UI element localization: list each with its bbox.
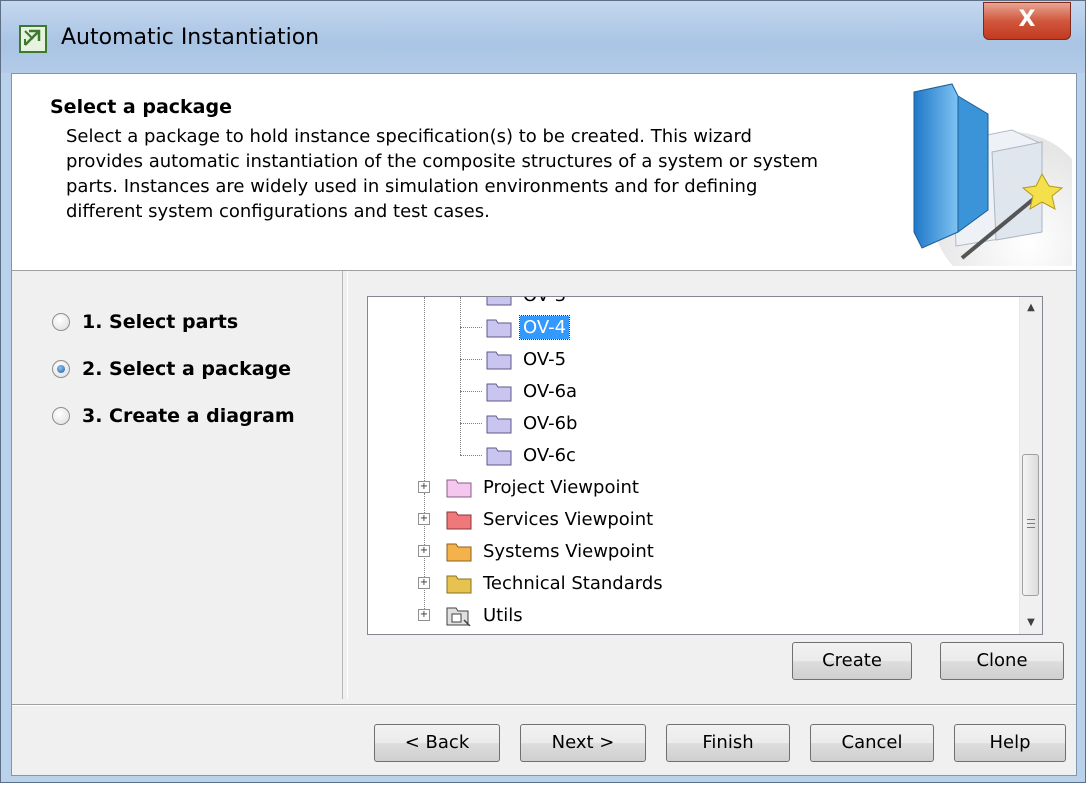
tree-item-label: Project Viewpoint — [483, 476, 639, 498]
tree-connector — [460, 297, 461, 455]
tree-item-services-viewpoint[interactable]: + Services Viewpoint — [418, 503, 656, 535]
expand-icon[interactable]: + — [418, 513, 430, 525]
package-folder-icon — [486, 297, 512, 306]
expand-icon[interactable]: + — [418, 545, 430, 557]
tree-item-ov-6b[interactable]: OV-6b — [486, 407, 580, 439]
tree-vertical-scrollbar[interactable]: ▲ ▼ — [1019, 297, 1042, 634]
step-description: Select a package to hold instance specif… — [66, 124, 886, 224]
help-button[interactable]: Help — [954, 724, 1066, 762]
scrollbar-thumb[interactable] — [1022, 454, 1039, 596]
package-tree[interactable]: OV-3 OV-4 OV-5 OV-6a OV-6b OV-6c — [367, 296, 1043, 635]
step-radio[interactable] — [52, 360, 70, 378]
expand-icon[interactable]: + — [418, 577, 430, 589]
tree-connector — [424, 297, 425, 493]
tree-item-technical-standards[interactable]: + Technical Standards — [418, 567, 666, 599]
step-select-parts[interactable]: 1. Select parts — [52, 307, 238, 337]
package-folder-icon — [486, 383, 512, 402]
scroll-up-arrow-icon[interactable]: ▲ — [1020, 297, 1042, 319]
tree-item-label: OV-3 — [520, 297, 569, 307]
window-title: Automatic Instantiation — [61, 25, 320, 50]
tree-item-ov-6c[interactable]: OV-6c — [486, 439, 579, 471]
package-folder-icon — [486, 319, 512, 338]
description-line: provides automatic instantiation of the … — [66, 151, 819, 172]
panel-splitter[interactable] — [342, 271, 348, 699]
tree-connector — [460, 359, 482, 360]
tree-item-ov-5[interactable]: OV-5 — [486, 343, 569, 375]
dialog-client-area: Select a package Select a package to hol… — [11, 73, 1077, 776]
tree-connector — [460, 391, 482, 392]
step-label: 2. Select a package — [82, 358, 292, 380]
step-radio[interactable] — [52, 407, 70, 425]
close-button[interactable]: X — [983, 2, 1071, 40]
tree-item-label: OV-6b — [523, 412, 578, 434]
create-button[interactable]: Create — [792, 642, 912, 680]
tree-item-label: Technical Standards — [483, 572, 663, 594]
close-icon: X — [1018, 7, 1036, 32]
step-radio[interactable] — [52, 313, 70, 331]
tree-item-label: OV-6c — [523, 444, 576, 466]
thumb-grip — [1027, 527, 1035, 528]
step-label: 1. Select parts — [82, 311, 239, 333]
package-folder-icon — [446, 543, 472, 562]
finish-button[interactable]: Finish — [666, 724, 790, 762]
package-folder-icon — [446, 479, 472, 498]
steps-panel: 1. Select parts 2. Select a package 3. C… — [12, 271, 342, 701]
tree-item-utils[interactable]: + Utils — [418, 599, 526, 631]
tree-item-label: Systems Viewpoint — [483, 540, 654, 562]
package-folder-icon — [446, 575, 472, 594]
wizard-header: Select a package Select a package to hol… — [12, 74, 1076, 271]
tree-connector — [460, 455, 482, 456]
step-create-diagram[interactable]: 3. Create a diagram — [52, 401, 295, 431]
expand-icon[interactable]: + — [418, 481, 430, 493]
expand-icon[interactable]: + — [418, 609, 430, 621]
package-folder-icon — [486, 415, 512, 434]
wizard-folder-magic-wand-icon — [913, 83, 1072, 266]
description-line: parts. Instances are widely used in simu… — [66, 176, 758, 197]
tree-item-ov-4[interactable]: OV-4 — [486, 311, 571, 343]
tree-connector — [460, 423, 482, 424]
tree-item-label: OV-4 — [518, 314, 571, 340]
step-label: 3. Create a diagram — [82, 405, 295, 427]
package-folder-icon — [486, 351, 512, 370]
tree-item-label: Services Viewpoint — [483, 508, 654, 530]
step-select-package[interactable]: 2. Select a package — [52, 354, 291, 384]
tree-item-label: OV-6a — [523, 380, 578, 402]
tree-item-label: OV-5 — [523, 348, 567, 370]
scroll-down-arrow-icon[interactable]: ▼ — [1020, 612, 1042, 634]
tree-connector — [460, 327, 482, 328]
step-title: Select a package — [50, 96, 232, 118]
clone-button[interactable]: Clone — [940, 642, 1064, 680]
description-line: Select a package to hold instance specif… — [66, 126, 752, 147]
back-button[interactable]: < Back — [374, 724, 500, 762]
next-button[interactable]: Next > — [520, 724, 646, 762]
thumb-grip — [1027, 519, 1035, 520]
tree-item-label: Utils — [483, 604, 523, 626]
description-line: different system configurations and test… — [66, 201, 490, 222]
profile-package-icon — [446, 607, 471, 626]
tree-item-project-viewpoint[interactable]: + Project Viewpoint — [418, 471, 642, 503]
thumb-grip — [1027, 523, 1035, 524]
footer-divider — [12, 704, 1076, 706]
cancel-button[interactable]: Cancel — [810, 724, 934, 762]
tree-item-ov-3[interactable]: OV-3 — [486, 297, 569, 311]
dialog-window: Automatic Instantiation X Select a packa… — [0, 0, 1086, 783]
package-folder-icon — [486, 447, 512, 466]
title-bar[interactable]: Automatic Instantiation X — [1, 1, 1085, 73]
tree-item-ov-6a[interactable]: OV-6a — [486, 375, 580, 407]
app-icon — [19, 25, 47, 53]
tree-item-systems-viewpoint[interactable]: + Systems Viewpoint — [418, 535, 657, 567]
package-folder-icon — [446, 511, 472, 530]
